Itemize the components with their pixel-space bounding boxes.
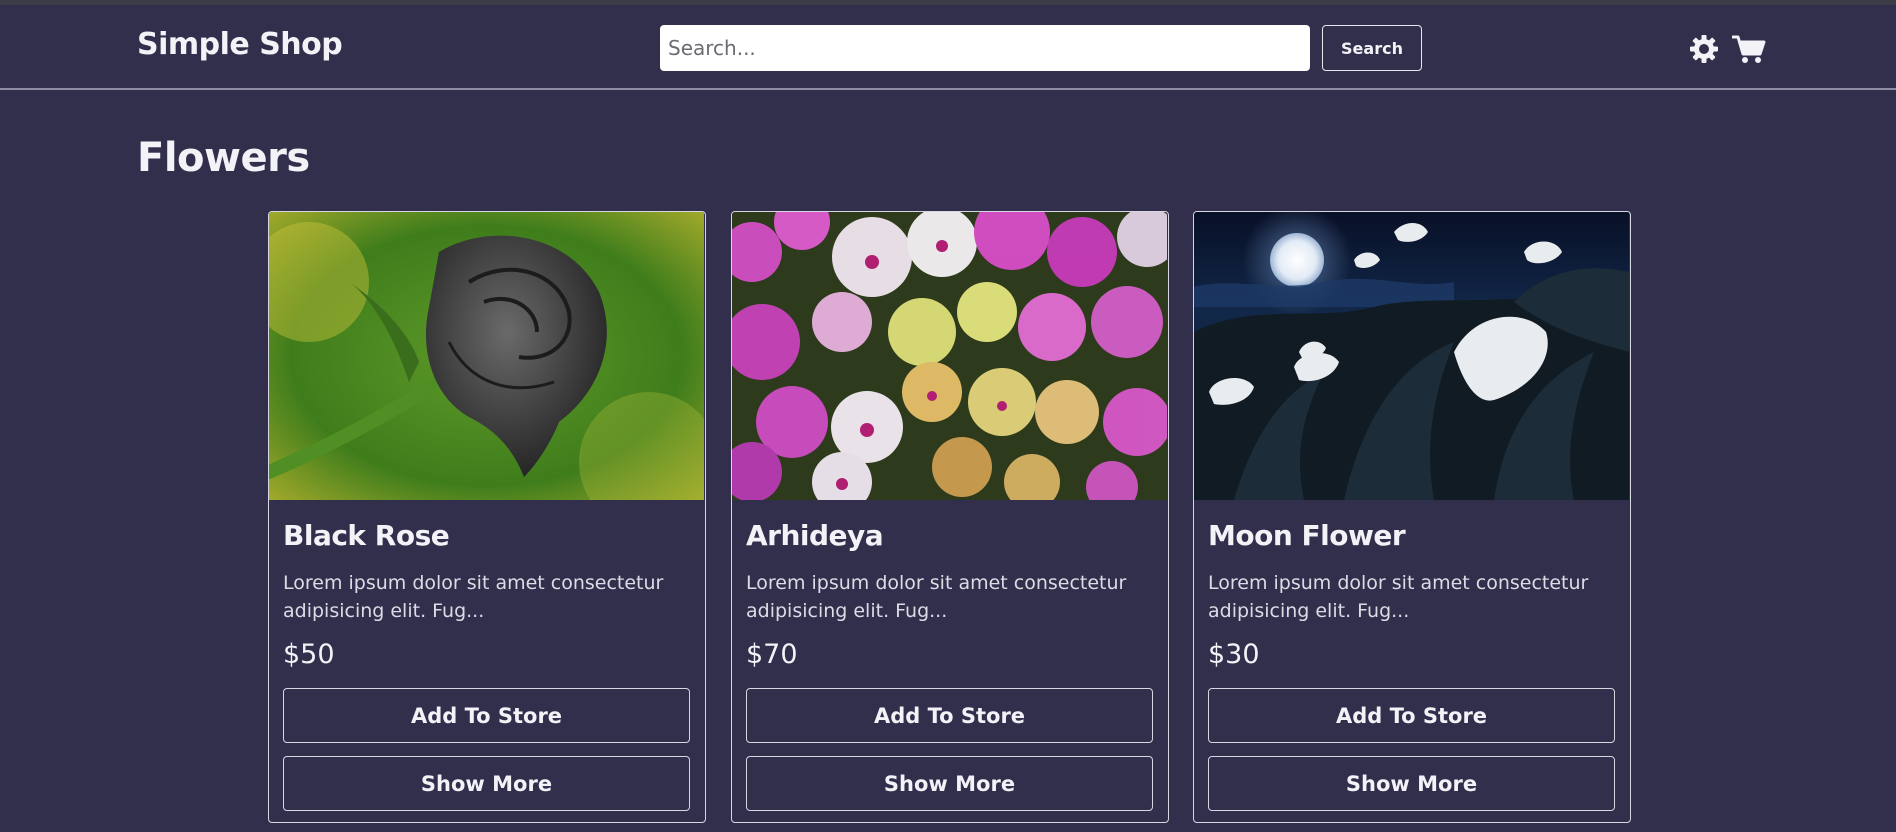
add-to-store-button[interactable]: Add To Store [283,688,690,743]
show-more-button[interactable]: Show More [1208,756,1615,811]
product-image-black-rose[interactable] [269,212,704,500]
site-header: Simple Shop Search [0,5,1896,90]
product-description: Lorem ipsum dolor sit amet consectetur a… [283,572,664,622]
product-card-black-rose: Black Rose Lorem ipsum dolor sit amet co… [268,211,706,823]
product-card-moon-flower: Moon Flower Lorem ipsum dolor sit amet c… [1193,211,1631,823]
gear-icon[interactable] [1688,33,1720,65]
add-to-store-button[interactable]: Add To Store [1208,688,1615,743]
product-image-arhideya[interactable] [732,212,1167,500]
product-price: $30 [1208,639,1260,670]
show-more-button[interactable]: Show More [746,756,1153,811]
product-price: $50 [283,639,335,670]
brand-logo[interactable]: Simple Shop [137,27,343,62]
cart-icon[interactable] [1731,33,1766,65]
product-title: Arhideya [746,519,884,552]
show-more-button[interactable]: Show More [283,756,690,811]
search-button[interactable]: Search [1322,25,1422,71]
product-title: Moon Flower [1208,519,1406,552]
product-description: Lorem ipsum dolor sit amet consectetur a… [1208,572,1589,622]
product-price: $70 [746,639,798,670]
page-title: Flowers [137,135,310,181]
product-card-arhideya: Arhideya Lorem ipsum dolor sit amet cons… [731,211,1169,823]
search-input[interactable] [660,25,1310,71]
product-image-moon-flower[interactable] [1194,212,1629,500]
product-description: Lorem ipsum dolor sit amet consectetur a… [746,572,1127,622]
add-to-store-button[interactable]: Add To Store [746,688,1153,743]
product-title: Black Rose [283,519,450,552]
